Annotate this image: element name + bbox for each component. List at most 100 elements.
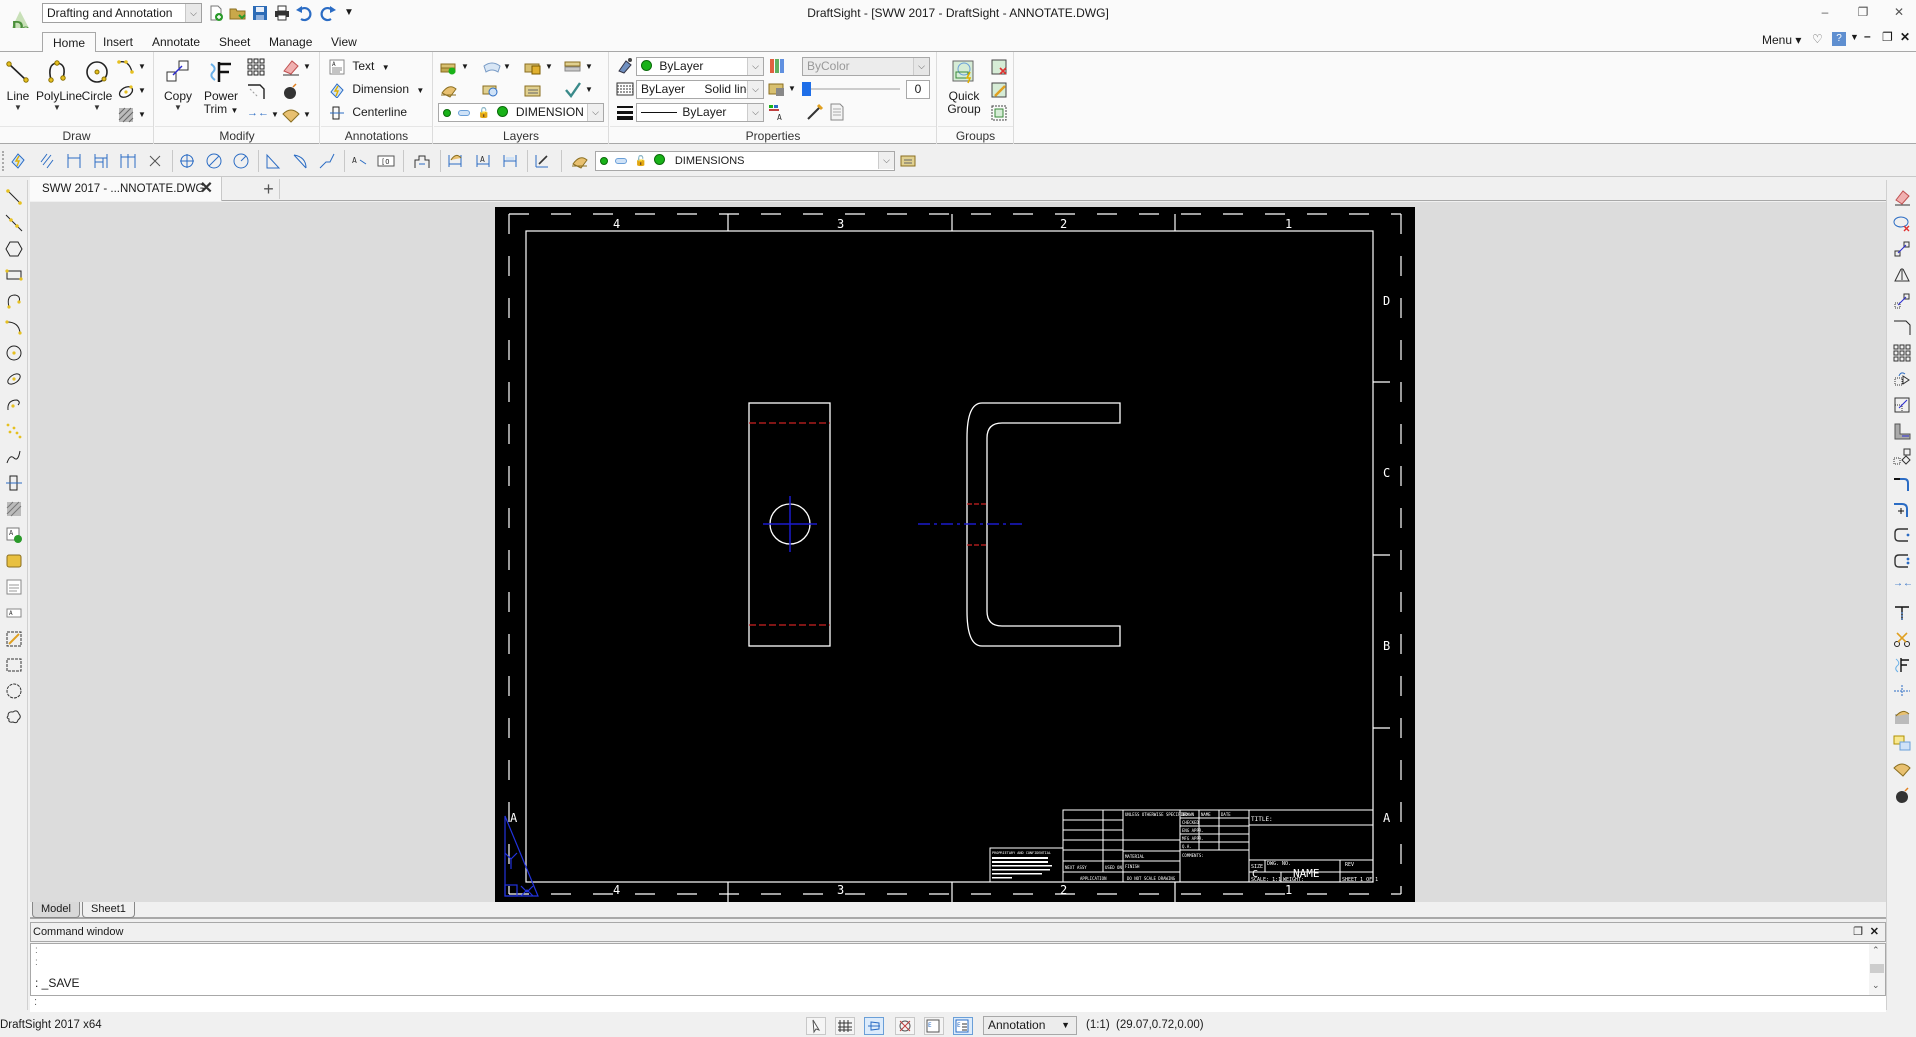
match-properties-tool-icon[interactable]: [1893, 760, 1911, 778]
join-dropdown-icon[interactable]: ▼: [271, 110, 279, 119]
fillet-icon[interactable]: [1893, 526, 1911, 544]
line-tool-icon[interactable]: [5, 188, 23, 206]
app-close-icon[interactable]: ✕: [1886, 3, 1912, 21]
esnap-toggle[interactable]: E: [924, 1017, 944, 1035]
centerline-button[interactable]: Centerline: [329, 102, 407, 122]
properties-paint-icon[interactable]: [281, 106, 301, 124]
copy-button[interactable]: Copy ▼: [161, 58, 195, 112]
continue-dimension-icon[interactable]: [119, 152, 137, 170]
lengthen-icon[interactable]: [1893, 604, 1911, 622]
baseline-dimension-icon[interactable]: [92, 152, 110, 170]
make-current-dropdown-icon[interactable]: ▼: [585, 85, 593, 94]
split-icon[interactable]: [1893, 682, 1911, 700]
leader-icon[interactable]: A: [350, 152, 368, 170]
arc-tool-icon[interactable]: [5, 318, 23, 336]
erase-tool-icon[interactable]: [1893, 188, 1911, 206]
ortho-toggle[interactable]: [864, 1017, 884, 1035]
ellipse-dropdown-icon[interactable]: ▼: [138, 86, 146, 95]
polar-toggle[interactable]: [895, 1017, 915, 1035]
app-restore-icon[interactable]: ❐: [1850, 3, 1876, 21]
toolbar-layer-select[interactable]: 🔓 DIMENSIONS ⌵: [595, 151, 895, 171]
menu-button[interactable]: Menu ▾: [1762, 33, 1801, 47]
circle-tool-icon[interactable]: [5, 344, 23, 362]
pattern-icon[interactable]: [247, 58, 265, 76]
erase-dropdown-icon[interactable]: ▼: [303, 62, 311, 71]
layer-lock-dropdown-icon[interactable]: ▼: [545, 62, 553, 71]
chamfer-tool-icon[interactable]: [1893, 318, 1911, 336]
slider-thumb[interactable]: [802, 82, 811, 96]
revision-cloud-icon[interactable]: [5, 630, 23, 648]
layer-match-icon[interactable]: [440, 81, 458, 99]
layer-lock-icon[interactable]: [524, 58, 542, 76]
layer-manager-dropdown-icon[interactable]: ▼: [461, 62, 469, 71]
power-trim-button[interactable]: Power Trim ▼: [199, 58, 243, 117]
close-icon[interactable]: ✕: [1870, 923, 1879, 941]
circle-cloud-icon[interactable]: [5, 682, 23, 700]
centerline-tool-icon[interactable]: [5, 474, 23, 492]
arc-icon[interactable]: [117, 58, 135, 76]
scissors-icon[interactable]: [1893, 630, 1911, 648]
angular-dimension-icon[interactable]: [264, 152, 282, 170]
transparency-mode-select[interactable]: ByColor ⌵: [802, 57, 930, 76]
color-picker-icon[interactable]: [616, 57, 634, 75]
scroll-down-icon[interactable]: ⌄: [1872, 980, 1880, 991]
line-button[interactable]: Line ▼: [4, 58, 32, 112]
tolerance-icon[interactable]: [O: [377, 152, 395, 170]
trim-icon[interactable]: [1893, 474, 1911, 492]
arc-dropdown-icon[interactable]: ▼: [138, 62, 146, 71]
doc-minimize-icon[interactable]: –: [1864, 29, 1871, 43]
ellipse-tool-icon[interactable]: [5, 370, 23, 388]
heart-icon[interactable]: ♡: [1812, 32, 1823, 46]
layer-freeze-dropdown-icon[interactable]: ▼: [503, 62, 511, 71]
scroll-thumb[interactable]: [1870, 964, 1884, 973]
polygon-icon[interactable]: [5, 240, 23, 258]
aligned-dimension-icon[interactable]: [38, 152, 56, 170]
explode-icon[interactable]: [281, 82, 299, 100]
polyline-tool-icon[interactable]: [5, 292, 23, 310]
doc-close-icon[interactable]: ✕: [1900, 30, 1910, 44]
transparency-slider[interactable]: [802, 82, 900, 96]
tab-view[interactable]: View: [321, 32, 367, 53]
paint-dropdown-icon[interactable]: ▼: [303, 110, 311, 119]
tab-annotate[interactable]: Annotate: [142, 32, 210, 53]
float-window-icon[interactable]: ❐: [1853, 923, 1863, 941]
tab-model[interactable]: Model: [32, 902, 80, 918]
layer-select[interactable]: 🔓 DIMENSION ⌵: [438, 103, 604, 122]
spline-icon[interactable]: [5, 448, 23, 466]
note-icon[interactable]: [5, 578, 23, 596]
print-style-dropdown-icon[interactable]: ▼: [788, 84, 796, 93]
drawing-canvas[interactable]: 4 3 2 1 4 3 2 1 D C B A A TITLE: SIZE C …: [495, 207, 1415, 902]
linestyle-icon[interactable]: [616, 80, 634, 98]
lineweight-icon[interactable]: [616, 103, 634, 121]
drawing-svg[interactable]: 4 3 2 1 4 3 2 1 D C B A A TITLE: SIZE C …: [495, 207, 1415, 902]
layer-state-dropdown-icon[interactable]: ▼: [585, 62, 593, 71]
edit-group-icon[interactable]: [990, 81, 1008, 99]
center-mark-icon[interactable]: [178, 152, 196, 170]
ellipse-arc-icon[interactable]: [5, 396, 23, 414]
join-icon[interactable]: →←: [247, 107, 269, 119]
canvas-area[interactable]: 4 3 2 1 4 3 2 1 D C B A A TITLE: SIZE C …: [30, 202, 1886, 902]
make-current-icon[interactable]: [564, 81, 582, 99]
region-icon[interactable]: [5, 552, 23, 570]
part-front-view[interactable]: [748, 402, 831, 647]
diameter-dimension-icon[interactable]: [205, 152, 223, 170]
tab-sheet[interactable]: Sheet: [209, 32, 260, 53]
command-input[interactable]: :: [30, 996, 1886, 1012]
layer-state-icon[interactable]: [564, 58, 582, 76]
ellipse-icon[interactable]: [117, 82, 135, 100]
grid-toggle[interactable]: [835, 1017, 855, 1035]
scroll-up-icon[interactable]: ⌃: [1872, 945, 1880, 956]
arc-length-icon[interactable]: [291, 152, 309, 170]
move-icon[interactable]: [1893, 370, 1911, 388]
close-tab-icon[interactable]: ✕: [200, 177, 213, 201]
color-palette-icon[interactable]: [768, 57, 786, 75]
properties-palette-icon[interactable]: [828, 103, 846, 121]
rectangle-icon[interactable]: [5, 266, 23, 284]
text-style-icon[interactable]: A: [768, 103, 786, 121]
dimension-text-edit-icon[interactable]: A: [474, 152, 492, 170]
hatch-tool-icon[interactable]: [5, 500, 23, 518]
app-minimize-icon[interactable]: –: [1812, 3, 1838, 21]
match-properties-icon[interactable]: [806, 103, 824, 121]
dimension-break-icon[interactable]: [413, 152, 431, 170]
linear-dimension-icon[interactable]: [65, 152, 83, 170]
